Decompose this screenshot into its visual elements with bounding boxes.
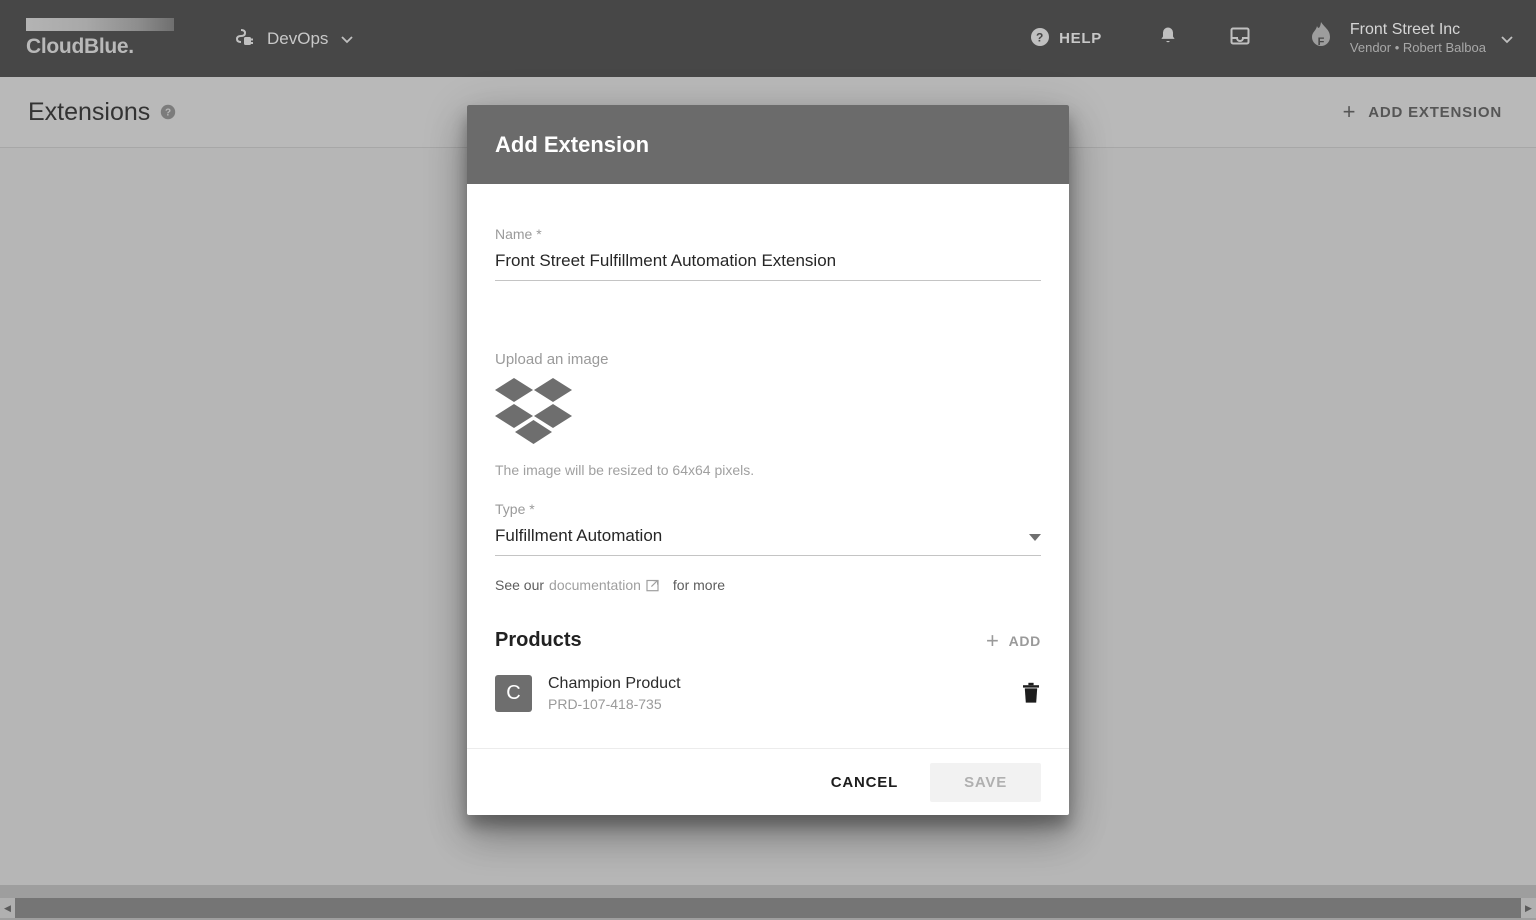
svg-text:?: ? xyxy=(1036,30,1044,44)
list-item[interactable]: C Champion Product PRD-107-418-735 xyxy=(495,674,1041,713)
name-field-label: Name * xyxy=(495,226,542,242)
dialog-footer: CANCEL SAVE xyxy=(467,748,1069,815)
dialog-title: Add Extension xyxy=(495,131,650,157)
svg-text:F: F xyxy=(1318,36,1325,48)
product-id: PRD-107-418-735 xyxy=(548,695,662,712)
logo-text: CloudBlue. xyxy=(26,35,134,58)
topbar-right-cluster: ? HELP F Front Street Inc Vendor • Rober… xyxy=(1030,0,1536,77)
doc-note-prefix: See our xyxy=(495,577,545,593)
account-text: Front Street Inc Vendor • Robert Balboa xyxy=(1350,20,1486,56)
scrollbar-thumb[interactable] xyxy=(15,898,1521,918)
account-subtitle: Vendor • Robert Balboa xyxy=(1349,40,1486,56)
name-field-group: Name * xyxy=(495,226,1041,281)
product-text: Champion Product PRD-107-418-735 xyxy=(548,674,681,713)
upload-image-label: Upload an image xyxy=(495,351,609,368)
name-input[interactable] xyxy=(495,251,1041,281)
external-link-icon[interactable] xyxy=(646,578,660,592)
chevron-right-icon[interactable]: ▶ xyxy=(1521,898,1536,918)
avatar: C xyxy=(495,674,532,712)
help-label: HELP xyxy=(1059,30,1102,47)
type-selected-value: Fulfillment Automation xyxy=(495,526,663,545)
plug-icon xyxy=(231,26,257,52)
plus-icon: + xyxy=(986,627,1000,653)
documentation-note: See our documentation for more xyxy=(495,577,1041,593)
type-field-label: Type * xyxy=(495,501,535,517)
add-product-label: ADD xyxy=(1008,632,1041,649)
products-section: Products + ADD C Champion Product PRD-10… xyxy=(495,629,1041,713)
help-circle-icon: ? xyxy=(1030,27,1050,51)
dialog-header: Add Extension xyxy=(467,105,1069,184)
cloudblue-logo[interactable]: CloudBlue. xyxy=(26,18,176,59)
account-menu[interactable]: F Front Street Inc Vendor • Robert Balbo… xyxy=(1304,19,1516,58)
type-select[interactable]: Fulfillment Automation xyxy=(495,526,1041,556)
add-product-button[interactable]: + ADD xyxy=(986,627,1041,653)
flame-avatar-icon: F xyxy=(1304,19,1338,58)
dropbox-logo-icon[interactable] xyxy=(495,378,573,450)
notifications-button[interactable] xyxy=(1148,19,1188,59)
upload-image-group: Upload an image The image will be resize… xyxy=(495,351,1041,478)
cancel-button[interactable]: CANCEL xyxy=(811,763,918,802)
dialog-body: Name * Upload an image The image will be… xyxy=(467,184,1069,748)
help-button[interactable]: ? HELP xyxy=(1030,27,1102,51)
inbox-icon xyxy=(1228,24,1252,53)
chevron-down-icon xyxy=(1498,30,1516,48)
dropdown-caret-icon xyxy=(1029,534,1041,541)
bell-icon xyxy=(1156,24,1180,53)
inbox-button[interactable] xyxy=(1220,19,1260,59)
add-extension-dialog: Add Extension Name * Upload an image xyxy=(467,105,1069,815)
logo-gradient-bar xyxy=(26,18,174,31)
devops-module-switcher[interactable]: DevOps xyxy=(231,26,356,52)
scrollbar-track[interactable]: ◀ ▶ xyxy=(0,898,1536,918)
documentation-link[interactable]: documentation xyxy=(549,577,641,593)
chevron-down-icon xyxy=(338,30,356,48)
product-name: Champion Product xyxy=(548,675,681,692)
products-title: Products xyxy=(495,629,582,651)
horizontal-scrollbar[interactable]: ◀ ▶ xyxy=(0,885,1536,920)
top-navigation-bar: CloudBlue. DevOps ? HELP F Front Street … xyxy=(0,0,1536,77)
type-field-group: Type * Fulfillment Automation See our do… xyxy=(495,501,1041,593)
account-name: Front Street Inc xyxy=(1349,21,1461,39)
products-header: Products + ADD xyxy=(495,629,1041,652)
upload-image-hint: The image will be resized to 64x64 pixel… xyxy=(495,462,755,478)
chevron-left-icon[interactable]: ◀ xyxy=(0,898,15,918)
devops-label: DevOps xyxy=(267,28,329,48)
trash-icon[interactable] xyxy=(1021,682,1041,704)
doc-note-suffix: for more xyxy=(672,577,726,593)
save-button[interactable]: SAVE xyxy=(930,762,1041,802)
